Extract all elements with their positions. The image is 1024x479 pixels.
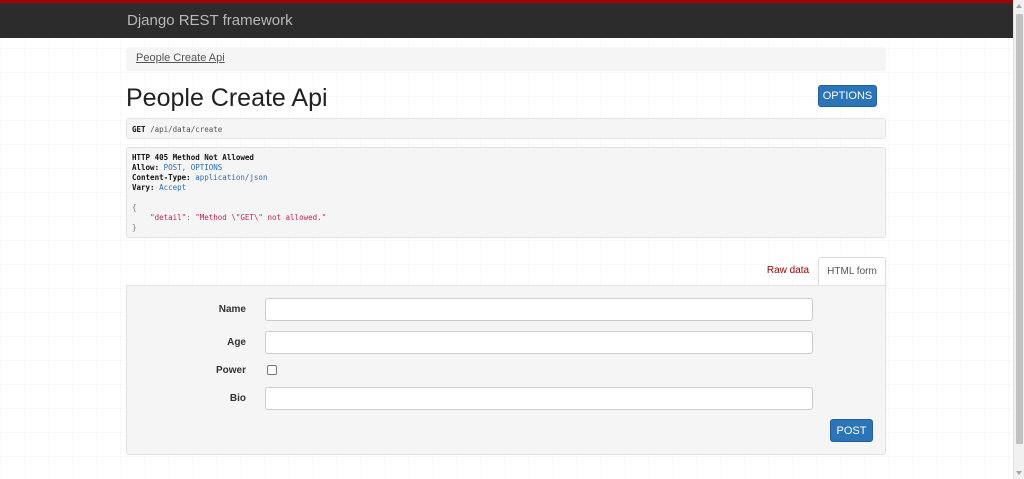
tab-raw-data[interactable]: Raw data (758, 257, 818, 285)
tab-html-form[interactable]: HTML form (818, 257, 886, 286)
request-info: GET /api/data/create (126, 118, 886, 139)
response-header-name: Content-Type: (132, 173, 191, 182)
name-label: Name (218, 304, 246, 315)
request-method: GET (132, 125, 146, 134)
age-label: Age (227, 337, 246, 348)
page-title: People Create Api (126, 84, 328, 112)
json-open-brace: { (132, 203, 137, 212)
breadcrumb-item-people-create-api[interactable]: People Create Api (136, 52, 225, 64)
power-label: Power (215, 365, 246, 376)
options-button[interactable]: OPTIONS (818, 85, 877, 107)
bio-label: Bio (229, 393, 246, 404)
post-button[interactable]: POST (830, 419, 873, 442)
navbar: Django REST framework (0, 0, 1013, 38)
brand-link[interactable]: Django REST framework (127, 12, 293, 29)
breadcrumb: People Create Api (126, 47, 886, 71)
response-header-name: Allow: (132, 163, 160, 172)
json-key: "detail" (150, 213, 187, 222)
response-header-value: Accept (159, 183, 187, 192)
response-info: HTTP 405 Method Not Allowed Allow: POST,… (126, 147, 886, 238)
scroll-up-arrow-icon[interactable] (1016, 4, 1022, 8)
age-input[interactable] (265, 331, 813, 354)
scroll-down-arrow-icon[interactable] (1016, 471, 1022, 475)
response-header-name: Vary: (132, 183, 155, 192)
json-close-brace: } (132, 223, 137, 232)
response-header-value: application/json (195, 173, 268, 182)
json-value: "Method \"GET\" not allowed." (195, 213, 327, 222)
response-status-line: HTTP 405 Method Not Allowed (132, 153, 254, 162)
request-path: /api/data/create (150, 125, 223, 134)
response-header-value: POST, OPTIONS (163, 163, 223, 172)
html-form-panel: Name Age Power Bio POST (126, 285, 886, 455)
json-separator: : (186, 213, 196, 222)
bio-input[interactable] (265, 387, 813, 410)
vertical-scrollbar[interactable] (1013, 0, 1024, 479)
power-checkbox[interactable] (267, 365, 277, 375)
scroll-thumb[interactable] (1016, 14, 1023, 444)
name-input[interactable] (265, 298, 813, 321)
